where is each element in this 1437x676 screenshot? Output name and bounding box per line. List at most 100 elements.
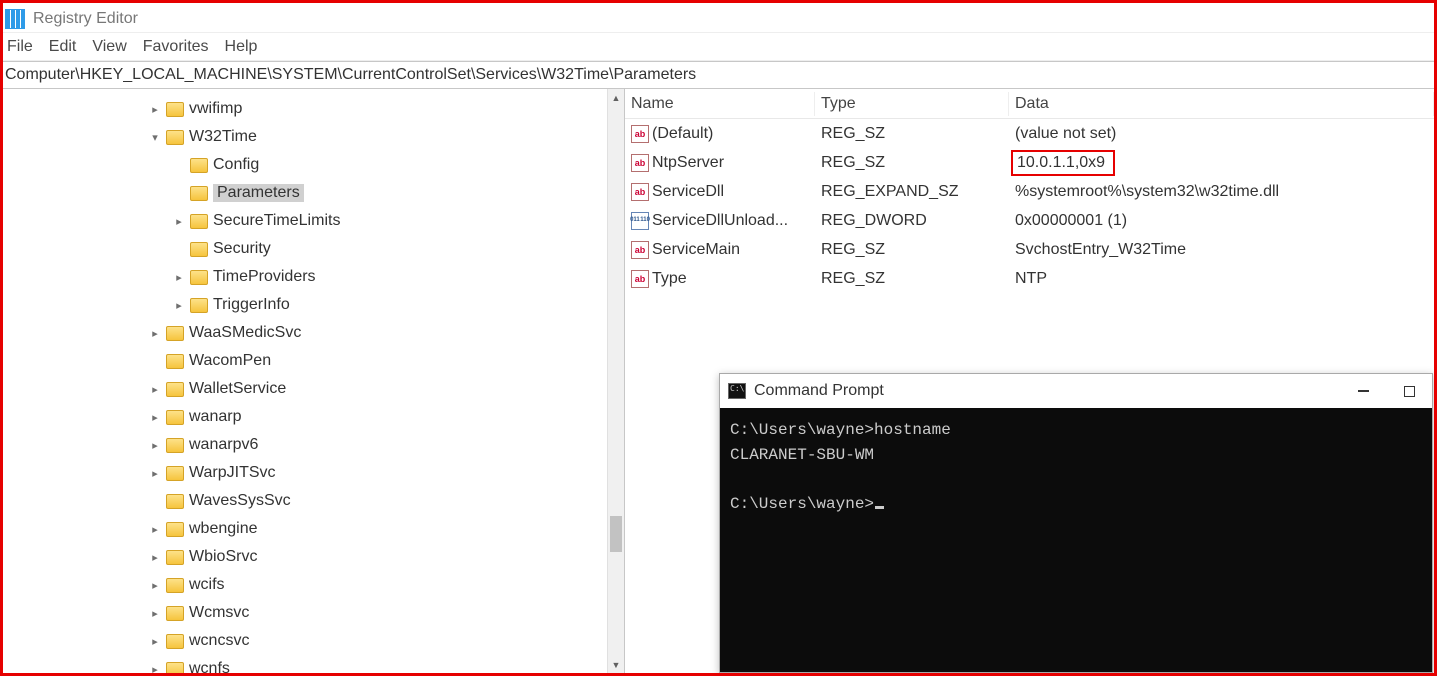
tree-item[interactable]: ▸wcifs bbox=[3, 571, 624, 599]
tree-item[interactable]: ▸Parameters bbox=[3, 179, 624, 207]
chevron-right-icon[interactable]: ▸ bbox=[149, 579, 161, 592]
reg-string-icon: ab bbox=[631, 125, 649, 143]
menu-edit[interactable]: Edit bbox=[47, 35, 79, 59]
cmd-icon bbox=[728, 383, 746, 399]
tree-item-label: Parameters bbox=[213, 184, 304, 202]
col-header-name[interactable]: Name bbox=[625, 92, 815, 116]
tree-item[interactable]: ▸wcnfs bbox=[3, 655, 624, 673]
registry-tree[interactable]: ▸vwifimp▾W32Time▸Config▸Parameters▸Secur… bbox=[3, 95, 624, 673]
tree-pane: ▸vwifimp▾W32Time▸Config▸Parameters▸Secur… bbox=[3, 89, 625, 673]
folder-icon bbox=[166, 324, 184, 342]
value-name: NtpServer bbox=[652, 154, 724, 172]
tree-item[interactable]: ▸ wcncsvc bbox=[3, 627, 624, 655]
col-header-data[interactable]: Data bbox=[1009, 92, 1434, 116]
tree-item[interactable]: ▸WbioSrvc bbox=[3, 543, 624, 571]
value-type: REG_SZ bbox=[815, 239, 1009, 261]
tree-item[interactable]: ▸WavesSysSvc bbox=[3, 487, 624, 515]
tree-item[interactable]: ▸ WalletService bbox=[3, 375, 624, 403]
tree-item[interactable]: ▸TimeProviders bbox=[3, 263, 624, 291]
tree-item[interactable]: ▸ wanarp bbox=[3, 403, 624, 431]
chevron-right-icon[interactable]: ▸ bbox=[149, 635, 161, 648]
command-prompt-window[interactable]: Command Prompt C:\Users\wayne>hostname C… bbox=[719, 373, 1433, 673]
address-bar[interactable]: Computer\HKEY_LOCAL_MACHINE\SYSTEM\Curre… bbox=[3, 61, 1434, 89]
menu-favorites[interactable]: Favorites bbox=[141, 35, 211, 59]
tree-item[interactable]: ▸WacomPen bbox=[3, 347, 624, 375]
chevron-right-icon[interactable]: ▸ bbox=[173, 299, 185, 312]
reg-string-icon: ab bbox=[631, 270, 649, 288]
values-row[interactable]: abServiceDllREG_EXPAND_SZ%systemroot%\sy… bbox=[625, 177, 1434, 206]
folder-icon bbox=[190, 240, 208, 258]
tree-item-label: WarpJITSvc bbox=[189, 464, 276, 482]
chevron-down-icon[interactable]: ▾ bbox=[149, 131, 161, 144]
cmd-body[interactable]: C:\Users\wayne>hostname CLARANET-SBU-WM … bbox=[720, 408, 1432, 672]
window-title-bar: Registry Editor bbox=[3, 3, 1434, 33]
chevron-right-icon[interactable]: ▸ bbox=[149, 551, 161, 564]
values-row[interactable]: abServiceMainREG_SZSvchostEntry_W32Time bbox=[625, 235, 1434, 264]
tree-item[interactable]: ▸wanarpv6 bbox=[3, 431, 624, 459]
reg-string-icon: ab bbox=[631, 154, 649, 172]
tree-item-label: WalletService bbox=[189, 380, 286, 398]
value-data: %systemroot%\system32\w32time.dll bbox=[1009, 181, 1434, 203]
chevron-right-icon[interactable]: ▸ bbox=[149, 439, 161, 452]
tree-item[interactable]: ▸Security bbox=[3, 235, 624, 263]
value-name: ServiceMain bbox=[652, 241, 740, 259]
values-row[interactable]: abTypeREG_SZNTP bbox=[625, 264, 1434, 293]
menu-help[interactable]: Help bbox=[223, 35, 260, 59]
minimize-button[interactable] bbox=[1340, 374, 1386, 408]
value-type: REG_SZ bbox=[815, 152, 1009, 174]
scroll-track[interactable] bbox=[608, 106, 624, 656]
scroll-down-icon[interactable]: ▼ bbox=[608, 656, 624, 673]
highlighted-value: 10.0.1.1,0x9 bbox=[1011, 150, 1115, 176]
values-row[interactable]: abNtpServer REG_SZ10.0.1.1,0x9 bbox=[625, 148, 1434, 177]
chevron-right-icon[interactable]: ▸ bbox=[173, 271, 185, 284]
tree-item-label: Security bbox=[213, 240, 271, 258]
value-data: 0x00000001 (1) bbox=[1009, 210, 1434, 232]
values-row[interactable]: ab(Default)REG_SZ(value not set) bbox=[625, 119, 1434, 148]
address-path: Computer\HKEY_LOCAL_MACHINE\SYSTEM\Curre… bbox=[5, 66, 696, 84]
tree-item[interactable]: ▸wbengine bbox=[3, 515, 624, 543]
tree-item[interactable]: ▸ WarpJITSvc bbox=[3, 459, 624, 487]
folder-icon bbox=[166, 632, 184, 650]
chevron-right-icon[interactable]: ▸ bbox=[149, 523, 161, 536]
chevron-right-icon[interactable]: ▸ bbox=[149, 467, 161, 480]
tree-item[interactable]: ▸ SecureTimeLimits bbox=[3, 207, 624, 235]
tree-item-label: SecureTimeLimits bbox=[213, 212, 340, 230]
value-data: 10.0.1.1,0x9 bbox=[1009, 148, 1434, 178]
chevron-right-icon[interactable]: ▸ bbox=[149, 663, 161, 674]
tree-item[interactable]: ▸ vwifimp bbox=[3, 95, 624, 123]
tree-scrollbar[interactable]: ▲ ▼ bbox=[607, 89, 624, 673]
maximize-button[interactable] bbox=[1386, 374, 1432, 408]
chevron-right-icon[interactable]: ▸ bbox=[149, 327, 161, 340]
tree-item-label: W32Time bbox=[189, 128, 257, 146]
value-name: ServiceDllUnload... bbox=[652, 212, 788, 230]
tree-item-label: vwifimp bbox=[189, 100, 242, 118]
tree-item[interactable]: ▾ W32Time bbox=[3, 123, 624, 151]
values-header[interactable]: Name Type Data bbox=[625, 89, 1434, 119]
tree-item[interactable]: ▸WaaSMedicSvc bbox=[3, 319, 624, 347]
tree-item-label: Config bbox=[213, 156, 259, 174]
tree-item[interactable]: ▸TriggerInfo bbox=[3, 291, 624, 319]
menu-view[interactable]: View bbox=[90, 35, 128, 59]
tree-item[interactable]: ▸Wcmsvc bbox=[3, 599, 624, 627]
value-data: (value not set) bbox=[1009, 123, 1434, 145]
chevron-right-icon[interactable]: ▸ bbox=[149, 607, 161, 620]
reg-dword-icon: 011 110 bbox=[631, 212, 649, 230]
col-header-type[interactable]: Type bbox=[815, 92, 1009, 116]
app-title: Registry Editor bbox=[33, 10, 138, 28]
menu-file[interactable]: File bbox=[5, 35, 35, 59]
chevron-right-icon[interactable]: ▸ bbox=[149, 411, 161, 424]
chevron-right-icon[interactable]: ▸ bbox=[149, 103, 161, 116]
tree-item-label: wanarp bbox=[189, 408, 241, 426]
scroll-up-icon[interactable]: ▲ bbox=[608, 89, 624, 106]
folder-icon bbox=[166, 128, 184, 146]
cmd-title-bar[interactable]: Command Prompt bbox=[720, 374, 1432, 408]
chevron-right-icon[interactable]: ▸ bbox=[149, 383, 161, 396]
menu-bar: File Edit View Favorites Help bbox=[3, 33, 1434, 61]
tree-item-label: wcncsvc bbox=[189, 632, 249, 650]
scroll-thumb[interactable] bbox=[610, 516, 622, 552]
folder-icon bbox=[166, 604, 184, 622]
values-row[interactable]: 011 110ServiceDllUnload...REG_DWORD0x000… bbox=[625, 206, 1434, 235]
tree-item[interactable]: ▸Config bbox=[3, 151, 624, 179]
chevron-right-icon[interactable]: ▸ bbox=[173, 215, 185, 228]
cmd-title: Command Prompt bbox=[754, 382, 884, 400]
